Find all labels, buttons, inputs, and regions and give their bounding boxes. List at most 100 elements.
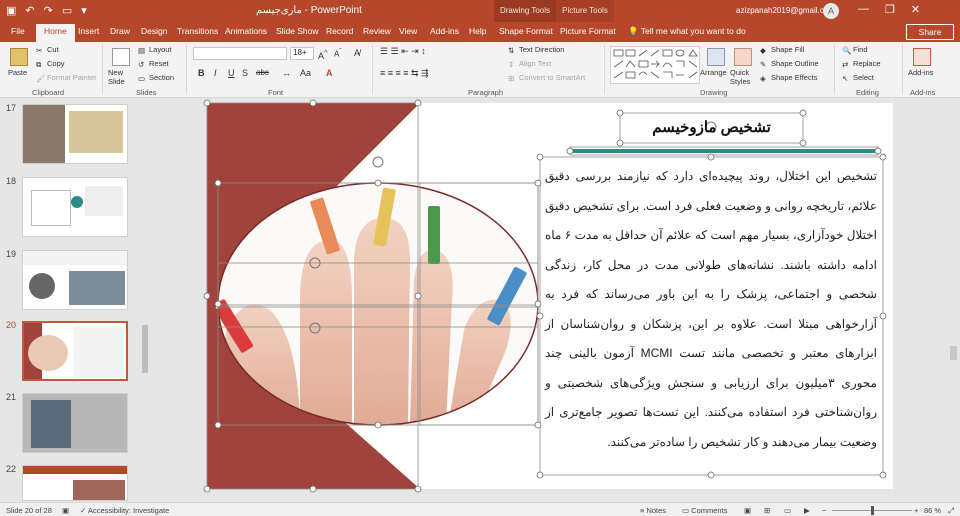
quick-styles-icon[interactable]	[734, 48, 752, 66]
cut-button[interactable]: ✂ Cut	[36, 45, 59, 55]
slide-sorter-icon[interactable]: ⊞	[764, 506, 770, 515]
zoom-in-button[interactable]: +	[914, 506, 918, 515]
shadow-button[interactable]: S	[242, 68, 248, 78]
tab-help[interactable]: Help	[469, 26, 486, 36]
share-button[interactable]: Share	[906, 24, 954, 40]
section-button[interactable]: ▭ Section	[138, 73, 174, 83]
notes-button[interactable]: ≡ Notes	[640, 506, 666, 515]
slide-thumbnail-18[interactable]	[22, 177, 128, 237]
tab-review[interactable]: Review	[363, 26, 391, 36]
panel-scroll-thumb[interactable]	[142, 325, 148, 373]
undo-icon[interactable]: ↶	[25, 4, 34, 17]
select-button[interactable]: ↖ Select	[842, 73, 874, 83]
bullets-button[interactable]: ☰ ☰ ⇤ ⇥ ↕	[380, 46, 426, 57]
close-button[interactable]: ✕	[911, 3, 920, 16]
tab-add-ins[interactable]: Add-ins	[430, 26, 459, 36]
zoom-level[interactable]: 86 %	[924, 506, 941, 515]
arrange-icon[interactable]	[707, 48, 725, 66]
add-ins-button[interactable]: Add-ins	[908, 68, 933, 77]
avatar[interactable]: A	[823, 3, 839, 19]
convert-smartart-button[interactable]: ⊞ Convert to SmartArt	[508, 73, 585, 83]
slide-number: 21	[6, 392, 17, 402]
grow-font-button[interactable]: A^	[318, 48, 328, 61]
bold-button[interactable]: B	[198, 68, 205, 78]
add-ins-icon[interactable]	[913, 48, 931, 66]
slide-number: 17	[6, 103, 17, 113]
tab-view[interactable]: View	[399, 26, 417, 36]
clipboard-group-label: Clipboard	[32, 88, 65, 97]
shape-fill-button[interactable]: ◆ Shape Fill	[760, 45, 804, 55]
spellcheck-icon[interactable]: ▣	[62, 506, 69, 515]
slide-body-text[interactable]: تشخیص این اختلال، روند پیچیده‌ای دارد که…	[545, 162, 877, 457]
tab-draw[interactable]: Draw	[110, 26, 130, 36]
reset-icon: ↺	[138, 60, 145, 69]
present-icon[interactable]: ▭	[62, 4, 72, 17]
shrink-font-button[interactable]: Aˇ	[334, 48, 342, 59]
tab-design[interactable]: Design	[141, 26, 167, 36]
slide-thumbnail-17[interactable]	[22, 104, 128, 164]
slide-thumbnail-22[interactable]	[22, 465, 128, 501]
redo-icon[interactable]: ↷	[44, 4, 53, 17]
zoom-slider-thumb[interactable]	[871, 506, 874, 515]
vertical-scrollbar[interactable]	[946, 98, 960, 502]
replace-button[interactable]: ⇄ Replace	[842, 59, 881, 69]
vertical-scroll-thumb[interactable]	[950, 346, 957, 360]
save-icon[interactable]: ▣	[6, 4, 16, 17]
shape-outline-button[interactable]: ✎ Shape Outline	[760, 59, 819, 69]
change-case-button[interactable]: Aa	[300, 68, 311, 78]
panel-scrollbar[interactable]	[140, 98, 150, 502]
window-title: ماری‌جیسم - PowerPoint	[256, 5, 362, 16]
normal-view-icon[interactable]: ▣	[744, 506, 751, 515]
tab-transitions[interactable]: Transitions	[177, 26, 218, 36]
strikethrough-button[interactable]: abc	[256, 68, 269, 77]
format-painter-button[interactable]: 🖌Format Painter	[36, 73, 97, 83]
tab-slide-show[interactable]: Slide Show	[276, 26, 319, 36]
shapes-gallery[interactable]	[610, 46, 700, 84]
italic-button[interactable]: I	[214, 68, 217, 78]
arrange-button[interactable]: Arrange	[700, 68, 727, 77]
tab-insert[interactable]: Insert	[78, 26, 99, 36]
tab-file[interactable]: File	[11, 26, 25, 36]
font-size-input[interactable]: 18+	[290, 47, 314, 60]
slide-thumbnail-21[interactable]	[22, 393, 128, 453]
customize-qat-icon[interactable]: ▾	[81, 4, 87, 17]
paste-button[interactable]: Paste	[8, 68, 27, 77]
slideshow-view-icon[interactable]: ▶	[804, 506, 810, 515]
font-name-input[interactable]	[193, 47, 287, 60]
slide-heading[interactable]: تشخیص مازوخیسم	[620, 113, 803, 143]
minimize-button[interactable]: —	[858, 3, 869, 16]
copy-button[interactable]: ⧉ Copy	[36, 59, 65, 69]
status-bar: Slide 20 of 28 ▣ ✓ Accessibility: Invest…	[0, 502, 960, 516]
comments-button[interactable]: ▭ Comments	[682, 506, 727, 515]
tab-picture-format[interactable]: Picture Format	[560, 26, 616, 36]
tell-me-box[interactable]: 💡 Tell me what you want to do	[628, 26, 746, 37]
clear-format-button[interactable]: A̸	[354, 48, 360, 58]
align-text-button[interactable]: ⇕ Align Text	[508, 59, 551, 69]
quick-styles-button[interactable]: Quick Styles	[730, 68, 758, 86]
align-buttons[interactable]: ≡ ≡ ≡ ≡ ⇆ ⇶	[380, 68, 429, 79]
char-spacing-button[interactable]: ↔	[282, 68, 291, 78]
reset-button[interactable]: ↺ Reset	[138, 59, 169, 69]
file-title: ماری‌جیسم	[256, 5, 302, 16]
layout-button[interactable]: ▤ Layout	[138, 45, 172, 55]
paste-icon[interactable]	[10, 48, 28, 66]
find-button[interactable]: 🔍 Find	[842, 45, 868, 55]
slide-thumbnail-20[interactable]	[22, 321, 128, 381]
zoom-out-button[interactable]: −	[822, 506, 826, 515]
new-slide-button[interactable]: New Slide	[108, 68, 134, 86]
accessibility-status[interactable]: ✓ Accessibility: Investigate	[80, 506, 169, 515]
user-email[interactable]: azizpanah2019@gmail.com	[736, 6, 835, 15]
fit-slide-icon[interactable]: ⤢	[948, 506, 954, 516]
tab-record[interactable]: Record	[326, 26, 353, 36]
restore-button[interactable]: ❐	[885, 3, 895, 16]
slide-thumbnail-19[interactable]	[22, 250, 128, 310]
shape-effects-button[interactable]: ◈ Shape Effects	[760, 73, 818, 83]
text-direction-button[interactable]: ⇅ Text Direction	[508, 45, 564, 55]
tab-shape-format[interactable]: Shape Format	[499, 26, 553, 36]
font-color-button[interactable]: A	[326, 68, 333, 78]
underline-button[interactable]: U	[228, 68, 235, 78]
reading-view-icon[interactable]: ▭	[784, 506, 791, 515]
tab-animations[interactable]: Animations	[225, 26, 267, 36]
tab-home[interactable]: Home	[36, 24, 75, 42]
new-slide-icon[interactable]	[112, 48, 130, 66]
